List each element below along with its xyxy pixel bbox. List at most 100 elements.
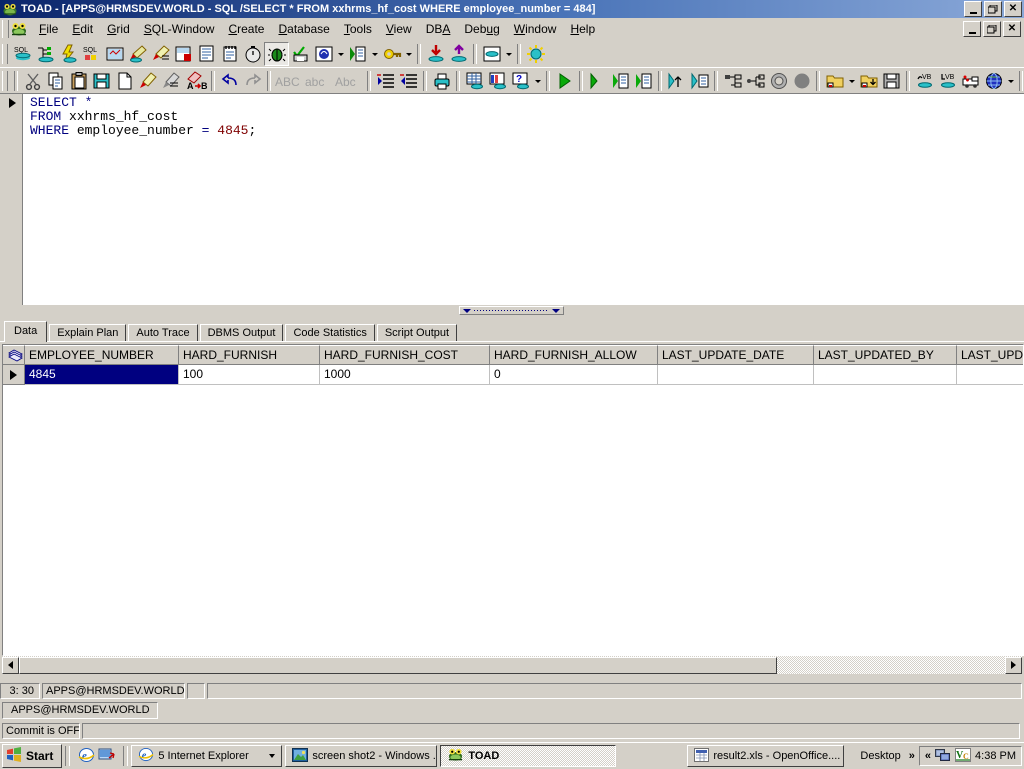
execute-statement-icon[interactable] xyxy=(553,70,576,92)
vb-up-icon[interactable]: VB xyxy=(913,70,936,92)
sql-line[interactable]: SELECT * xyxy=(30,96,256,110)
scroll-track[interactable] xyxy=(777,657,1005,674)
sql-code-text[interactable]: SELECT * FROM xxhrms_hf_cost WHERE employe… xyxy=(30,96,256,138)
taskband-grip[interactable] xyxy=(123,746,129,766)
save-all-icon[interactable] xyxy=(880,70,903,92)
open-folder-dropdown[interactable] xyxy=(846,70,857,92)
globe-icon[interactable] xyxy=(982,70,1005,92)
show-desktop-icon[interactable] xyxy=(98,747,116,766)
checkmark-printer-icon[interactable] xyxy=(289,43,312,65)
export-data-icon[interactable] xyxy=(447,43,470,65)
sql-modeler-icon[interactable]: SQL xyxy=(80,43,103,65)
tab-data[interactable]: Data xyxy=(4,321,48,342)
start-button[interactable]: Start xyxy=(2,744,63,768)
quicklaunch-grip[interactable] xyxy=(65,746,71,766)
execute-script-file-icon[interactable] xyxy=(609,70,632,92)
vnc-icon[interactable]: V C xyxy=(955,747,972,765)
uppercase-icon[interactable]: ABC xyxy=(274,70,304,92)
menu-item-window[interactable]: Window xyxy=(507,20,564,38)
lowercase-icon[interactable]: abc xyxy=(304,70,334,92)
mdi-close-button[interactable]: ✕ xyxy=(1003,21,1021,37)
indent-icon[interactable] xyxy=(374,70,397,92)
splitter-arrow-left-icon[interactable] xyxy=(463,308,471,313)
menu-item-help[interactable]: Help xyxy=(563,20,602,38)
menu-item-dba[interactable]: DBA xyxy=(419,20,458,38)
tray-expand-chevron-icon[interactable]: « xyxy=(925,750,931,762)
stopwatch-icon[interactable] xyxy=(241,43,264,65)
taskbar-item-screen-shot2[interactable]: screen shot2 - Windows ... xyxy=(285,745,438,767)
column-header[interactable]: HARD_FURNISH_ALLOW xyxy=(490,345,658,365)
minimize-button[interactable] xyxy=(964,1,982,17)
expand-node-icon[interactable] xyxy=(744,70,767,92)
menu-item-sql-window[interactable]: SQL-Window xyxy=(137,20,222,38)
taskbar-clock[interactable]: 4:38 PM xyxy=(975,750,1016,762)
scroll-right-button[interactable] xyxy=(1005,656,1022,674)
table-cell[interactable] xyxy=(814,365,957,385)
replace-icon[interactable]: AB xyxy=(182,70,208,92)
cut-icon[interactable] xyxy=(21,70,44,92)
table-cell[interactable] xyxy=(957,365,1023,385)
save-as-icon[interactable] xyxy=(857,70,880,92)
tab-code-statistics[interactable]: Code Statistics xyxy=(285,324,375,342)
step-over-icon[interactable] xyxy=(688,70,711,92)
column-header[interactable]: LAST_UPDATE_DATE xyxy=(658,345,814,365)
table-row[interactable]: 4845 100 1000 0 xyxy=(3,365,1023,385)
menu-item-view[interactable]: View xyxy=(379,20,419,38)
execute-statements-icon[interactable] xyxy=(632,70,655,92)
menu-item-tools[interactable]: Tools xyxy=(337,20,379,38)
taskbar-item-internet-explorer[interactable]: e 5 Internet Explorer xyxy=(131,745,283,767)
data-grid[interactable]: EMPLOYEE_NUMBER HARD_FURNISH HARD_FURNISH_… xyxy=(2,344,1024,656)
edit-toolbar-drag-grip[interactable] xyxy=(2,71,8,91)
sql-line[interactable]: FROM xxhrms_hf_cost xyxy=(30,110,256,124)
sql-editor[interactable]: SELECT * FROM xxhrms_hf_cost WHERE employe… xyxy=(0,93,1024,306)
copy-icon[interactable] xyxy=(44,70,67,92)
titlecase-icon[interactable]: Abc xyxy=(334,70,364,92)
tab-dbms-output[interactable]: DBMS Output xyxy=(199,324,284,342)
menu-item-database[interactable]: Database xyxy=(271,20,336,38)
menu-item-debug[interactable]: Debug xyxy=(457,20,506,38)
script-run-dropdown[interactable] xyxy=(369,43,380,65)
scroll-thumb[interactable] xyxy=(19,656,777,674)
grid-output-icon[interactable] xyxy=(463,70,486,92)
paste-icon[interactable] xyxy=(67,70,90,92)
table-cell[interactable]: 1000 xyxy=(320,365,490,385)
quick-sql-icon[interactable] xyxy=(57,43,80,65)
sql-line[interactable]: WHERE employee_number = 4845; xyxy=(30,124,256,138)
collapse-node-icon[interactable] xyxy=(721,70,744,92)
desktop-overflow-chevron-icon[interactable]: » xyxy=(905,750,919,762)
column-header[interactable]: HARD_FURNISH xyxy=(179,345,320,365)
book-icon[interactable] xyxy=(3,345,25,365)
vb-down-icon[interactable]: VB xyxy=(936,70,959,92)
tab-auto-trace[interactable]: Auto Trace xyxy=(128,324,198,342)
highlighter-icon[interactable] xyxy=(136,70,159,92)
save-icon[interactable] xyxy=(90,70,113,92)
row-indicator[interactable] xyxy=(3,365,25,385)
table-cell[interactable]: 4845 xyxy=(25,365,179,385)
debugger-icon[interactable] xyxy=(264,42,289,66)
sun-icon[interactable] xyxy=(524,43,547,65)
import-data-icon[interactable] xyxy=(424,43,447,65)
help-db-icon[interactable]: ? xyxy=(509,70,532,92)
taskbar-group-dropdown-icon[interactable] xyxy=(269,754,276,758)
window-list-dropdown[interactable] xyxy=(503,43,514,65)
menu-item-edit[interactable]: Edit xyxy=(65,20,100,38)
internet-explorer-icon[interactable]: e xyxy=(78,747,95,766)
table-cell[interactable]: 0 xyxy=(490,365,658,385)
column-header[interactable]: EMPLOYEE_NUMBER xyxy=(25,345,179,365)
outdent-icon[interactable] xyxy=(397,70,420,92)
splitter-handle[interactable] xyxy=(459,306,564,315)
connect-dropdown[interactable] xyxy=(403,43,414,65)
editor-results-splitter[interactable] xyxy=(0,305,1024,316)
window-list-icon[interactable] xyxy=(480,43,503,65)
connect-icon[interactable] xyxy=(380,43,403,65)
menu-item-file[interactable]: File xyxy=(32,20,65,38)
redo-icon[interactable] xyxy=(241,70,264,92)
tab-explain-plan[interactable]: Explain Plan xyxy=(49,324,127,342)
columns-icon[interactable] xyxy=(486,70,509,92)
step-into-icon[interactable] xyxy=(665,70,688,92)
notepad-icon[interactable] xyxy=(218,43,241,65)
format-tool-icon[interactable] xyxy=(149,43,172,65)
mdi-minimize-button[interactable] xyxy=(963,21,981,37)
grid-empty-area[interactable] xyxy=(3,385,1023,653)
explain-plan-dropdown[interactable] xyxy=(335,43,346,65)
